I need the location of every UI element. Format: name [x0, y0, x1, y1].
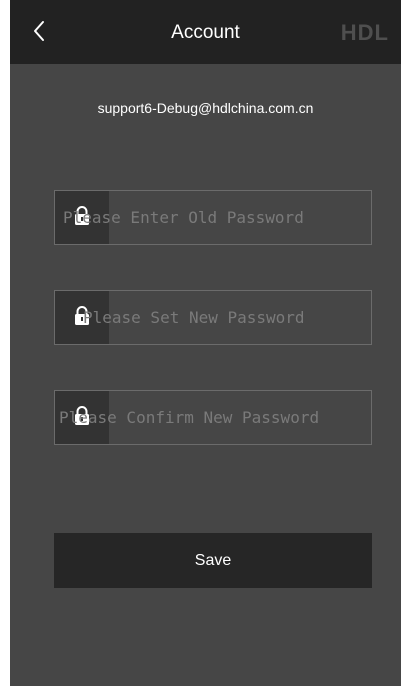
chevron-left-icon	[34, 21, 44, 41]
account-email: support6-Debug@hdlchina.com.cn	[97, 100, 314, 116]
account-screen: Account HDL support6-Debug@hdlchina.com.…	[10, 0, 401, 686]
back-button[interactable]	[24, 16, 54, 46]
save-button[interactable]: Save	[54, 533, 372, 588]
confirm-password-field[interactable]	[54, 390, 372, 445]
top-bar: Account HDL	[10, 0, 401, 64]
new-password-input[interactable]	[55, 291, 371, 344]
confirm-password-input[interactable]	[55, 391, 371, 444]
old-password-field[interactable]	[54, 190, 372, 245]
new-password-field[interactable]	[54, 290, 372, 345]
brand-logo: HDL	[340, 20, 389, 45]
old-password-input[interactable]	[55, 191, 371, 244]
